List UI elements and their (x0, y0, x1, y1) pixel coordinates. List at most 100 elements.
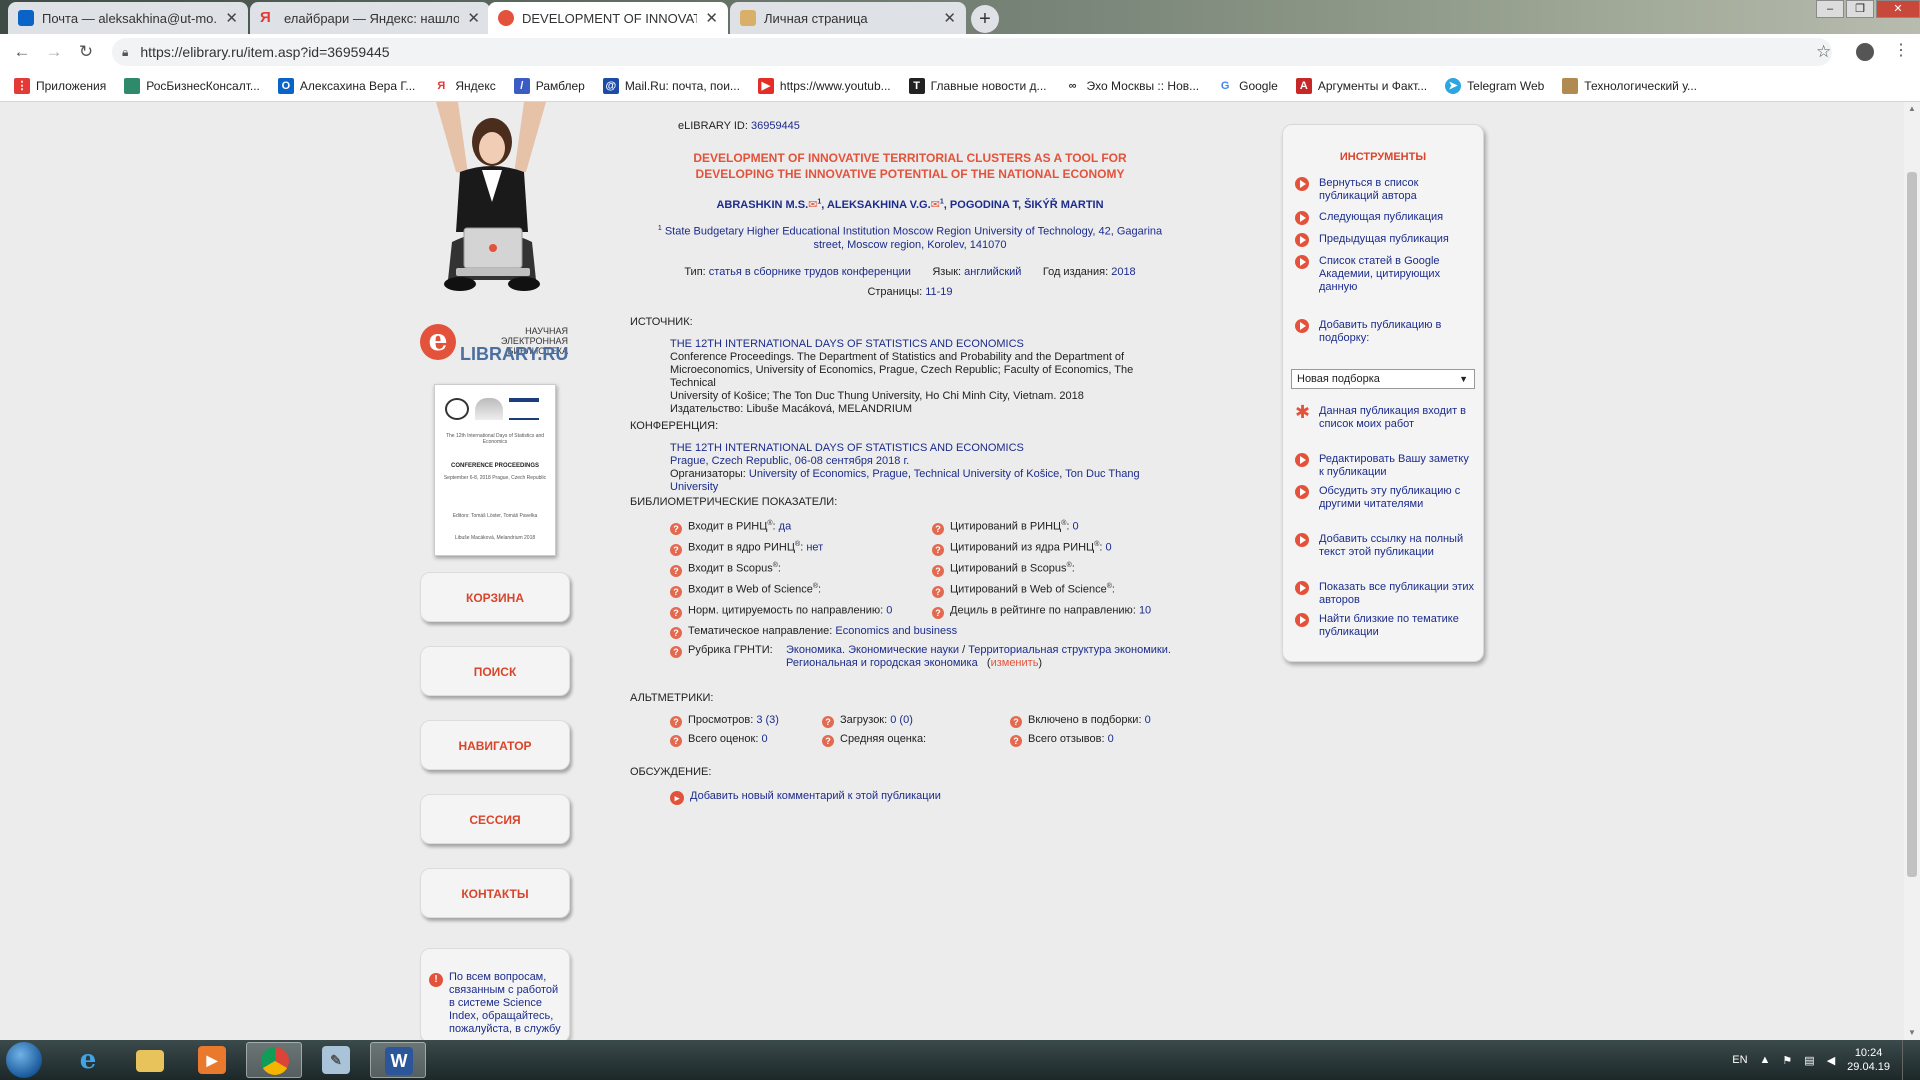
taskbar-media[interactable]: ▶ (184, 1042, 240, 1078)
mail-icon[interactable]: ✉ (808, 199, 817, 211)
bookmark-university[interactable]: Технологический у... (1562, 77, 1697, 94)
new-tab-button[interactable]: + (971, 5, 999, 33)
affiliation[interactable]: 1 State Budgetary Higher Educational Ins… (630, 222, 1190, 252)
search-button[interactable]: ПОИСК (420, 646, 570, 696)
taskbar-chrome[interactable] (246, 1042, 302, 1078)
help-icon[interactable]: ? (1010, 716, 1022, 728)
author-link[interactable]: ŠIKÝŘ MARTIN (1024, 199, 1103, 211)
bookmark-news[interactable]: T Главные новости д... (908, 77, 1047, 94)
tab-personal[interactable]: Личная страница ✕ (730, 2, 966, 34)
back-button[interactable]: ← (12, 42, 32, 62)
menu-icon[interactable]: ⋮ (1893, 40, 1909, 60)
collection-select[interactable]: Новая подборка ▼ (1291, 369, 1475, 389)
organizer-link[interactable]: Technical University of Košice (914, 468, 1060, 480)
help-icon[interactable]: ? (670, 735, 682, 747)
conference-title-link[interactable]: THE 12TH INTERNATIONAL DAYS OF STATISTIC… (670, 442, 1190, 455)
cart-button[interactable]: КОРЗИНА (420, 572, 570, 622)
bookmark-apps[interactable]: ⋮ Приложения (14, 77, 106, 94)
tool-back-to-author[interactable]: Вернуться в список публикаций автора (1295, 177, 1475, 203)
taskbar-explorer[interactable] (122, 1042, 178, 1078)
bookmark-aif[interactable]: А Аргументы и Факт... (1295, 77, 1427, 94)
scroll-down-icon[interactable]: ▼ (1904, 1026, 1920, 1040)
scroll-up-icon[interactable]: ▲ (1904, 102, 1920, 116)
author-link[interactable]: POGODINA T (950, 199, 1018, 211)
clock[interactable]: 10:24 29.04.19 (1847, 1046, 1890, 1074)
contacts-button[interactable]: КОНТАКТЫ (420, 868, 570, 918)
bookmark-outlook[interactable]: O Алексахина Вера Г... (277, 77, 415, 94)
bookmark-youtube[interactable]: ▶ https://www.youtub... (757, 77, 891, 94)
bookmark-google[interactable]: G Google (1217, 78, 1278, 94)
help-icon[interactable]: ? (1010, 735, 1022, 747)
volume-icon[interactable]: ◀ (1827, 1054, 1835, 1067)
language-indicator[interactable]: EN (1732, 1054, 1747, 1066)
help-icon[interactable]: ? (822, 735, 834, 747)
source-title-link[interactable]: THE 12TH INTERNATIONAL DAYS OF STATISTIC… (670, 338, 1170, 351)
help-icon[interactable]: ? (932, 522, 944, 535)
tab-yandex[interactable]: Я елайбрари — Яндекс: нашлось ✕ (250, 2, 490, 34)
maximize-button[interactable]: ❐ (1846, 0, 1874, 18)
tool-find-similar[interactable]: Найти близкие по тематике публикации (1295, 613, 1475, 639)
help-icon[interactable]: ? (932, 564, 944, 577)
mail-icon[interactable]: ✉ (931, 199, 940, 211)
bookmark-star-icon[interactable]: ☆ (1816, 42, 1831, 62)
bookmark-telegram[interactable]: ➤ Telegram Web (1445, 77, 1544, 94)
tool-add-to-collection[interactable]: Добавить публикацию в подборку: (1295, 319, 1475, 345)
session-button[interactable]: СЕССИЯ (420, 794, 570, 844)
help-icon[interactable]: ? (670, 522, 682, 535)
tab-mail[interactable]: Почта — aleksakhina@ut-mo.ru ✕ (8, 2, 248, 34)
author-link[interactable]: ALEKSAKHINA V.G. (827, 199, 931, 211)
window-close-button[interactable]: ✕ (1876, 0, 1920, 18)
tool-google-scholar[interactable]: Список статей в Google Академии, цитирую… (1295, 255, 1475, 294)
grnti-link[interactable]: Региональная и городская экономика (786, 657, 978, 669)
grnti-link[interactable]: Территориальная структура экономики. (968, 644, 1171, 656)
author-link[interactable]: ABRASHKIN M.S. (716, 199, 808, 211)
vertical-scrollbar[interactable]: ▲ ▼ (1904, 102, 1920, 1040)
help-icon[interactable]: ? (670, 646, 682, 658)
close-icon[interactable]: ✕ (705, 9, 718, 27)
tab-elibrary[interactable]: DEVELOPMENT OF INNOVATIVE ✕ (488, 2, 728, 34)
help-icon[interactable]: ? (670, 606, 682, 619)
scrollbar-thumb[interactable] (1907, 172, 1917, 877)
help-icon[interactable]: ? (932, 585, 944, 598)
taskbar-word[interactable]: W (370, 1042, 426, 1078)
help-icon[interactable]: ? (670, 564, 682, 577)
tool-prev-publication[interactable]: Предыдущая публикация (1295, 233, 1475, 247)
profile-icon[interactable] (1856, 43, 1874, 61)
help-icon[interactable]: ? (932, 606, 944, 619)
taskbar-ie[interactable]: e (60, 1042, 116, 1078)
tool-show-author-publications[interactable]: Показать все публикации этих авторов (1295, 581, 1475, 607)
help-icon[interactable]: ? (670, 585, 682, 598)
help-icon[interactable]: ? (822, 716, 834, 728)
flag-icon[interactable]: ⚑ (1782, 1054, 1792, 1067)
organizer-link[interactable]: University of Economics, Prague (749, 468, 908, 480)
tool-add-fulltext-link[interactable]: Добавить ссылку на полный текст этой пуб… (1295, 533, 1475, 559)
tool-discuss[interactable]: Обсудить эту публикацию с другими читате… (1295, 485, 1475, 511)
close-icon[interactable]: ✕ (225, 9, 238, 27)
thematic-link[interactable]: Economics and business (835, 625, 957, 637)
start-button[interactable] (6, 1042, 42, 1078)
forward-button[interactable]: → (44, 42, 64, 62)
bookmark-yandex[interactable]: Я Яндекс (433, 78, 495, 94)
help-icon[interactable]: ? (670, 543, 682, 556)
grnti-link[interactable]: Экономика. Экономические науки (786, 644, 959, 656)
show-desktop-button[interactable] (1902, 1040, 1912, 1080)
help-text[interactable]: По всем вопросам, связанным с работой в … (449, 971, 567, 1036)
tool-next-publication[interactable]: Следующая публикация (1295, 211, 1475, 225)
reload-button[interactable]: ↻ (76, 42, 96, 62)
tray-expand-icon[interactable]: ▲ (1760, 1054, 1771, 1066)
minimize-button[interactable]: – (1816, 0, 1844, 18)
close-icon[interactable]: ✕ (943, 9, 956, 27)
bookmark-mailru[interactable]: @ Mail.Ru: почта, пои... (602, 77, 740, 94)
add-comment-link[interactable]: ▸ Добавить новый комментарий к этой публи… (670, 790, 941, 805)
close-icon[interactable]: ✕ (467, 9, 480, 27)
navigator-button[interactable]: НАВИГАТОР (420, 720, 570, 770)
taskbar-paint[interactable]: ✎ (308, 1042, 364, 1078)
network-icon[interactable]: ▤ (1804, 1054, 1814, 1067)
tool-my-works[interactable]: ✱ Данная публикация входит в список моих … (1295, 403, 1475, 431)
change-link[interactable]: изменить (991, 657, 1039, 669)
conference-cover-image[interactable]: The 12th International Days of Statistic… (434, 384, 556, 556)
help-icon[interactable]: ? (932, 543, 944, 556)
bookmark-rambler[interactable]: / Рамблер (513, 77, 585, 94)
help-icon[interactable]: ? (670, 716, 682, 728)
bookmark-rbc[interactable]: РосБизнесКонсалт... (124, 77, 260, 94)
